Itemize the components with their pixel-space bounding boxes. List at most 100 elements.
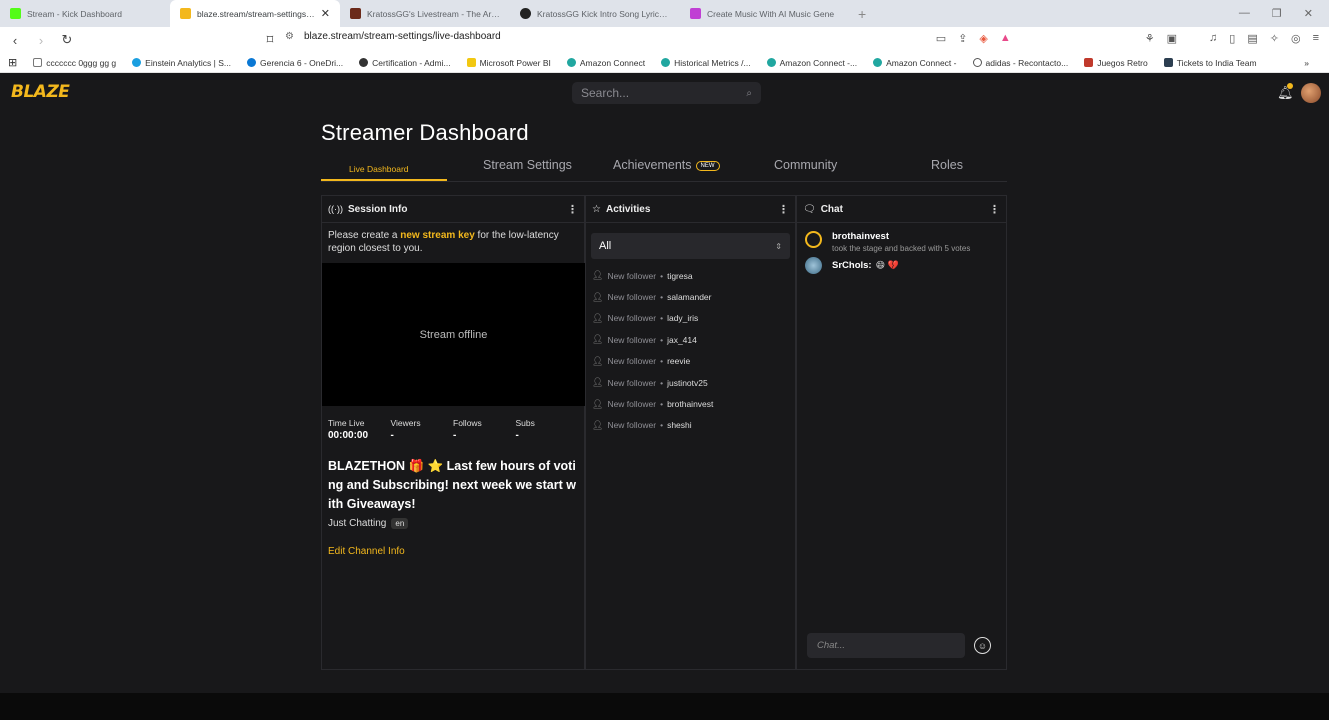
- leo-icon[interactable]: ✧: [1270, 32, 1279, 45]
- panel-title: Activities: [605, 203, 651, 215]
- stream-key-note: Please create a new stream key for the l…: [328, 230, 559, 254]
- vpn-icon[interactable]: ◎: [1291, 32, 1301, 45]
- person-icon: 👤︎: [592, 419, 604, 430]
- tab-roles[interactable]: Roles: [931, 158, 963, 172]
- sidebar-icon[interactable]: ▯: [1229, 32, 1235, 45]
- arena-favicon-icon: [350, 8, 361, 19]
- certification-icon: [359, 58, 369, 67]
- stream-title: BLAZETHON 🎁 ⭐ Last few hours of voting a…: [328, 459, 576, 511]
- cast-icon[interactable]: ▭: [936, 32, 946, 45]
- back-icon[interactable]: ‹: [4, 33, 26, 48]
- more-options-icon[interactable]: ⋮: [778, 203, 789, 216]
- stream-preview[interactable]: Stream offline: [322, 263, 585, 406]
- bookmark-item[interactable]: ccccccc 0ggg gg g: [25, 58, 124, 68]
- extensions-icon[interactable]: ⚘: [1145, 32, 1155, 45]
- tab-live-dashboard[interactable]: Live Dashboard: [343, 158, 415, 179]
- close-tab-icon[interactable]: ✕: [321, 7, 330, 20]
- avatar[interactable]: [805, 257, 822, 274]
- tab-achievements[interactable]: Achievements NEW: [613, 158, 720, 172]
- url-text[interactable]: blaze.stream/stream-settings/live-dashbo…: [304, 31, 501, 42]
- more-options-icon[interactable]: ⋮: [567, 203, 578, 216]
- new-tab-icon[interactable]: +: [850, 6, 874, 22]
- browser-tab[interactable]: KratossGG's Livestream - The Arena: [340, 0, 510, 27]
- menu-icon[interactable]: ≡: [1313, 32, 1319, 45]
- rewards-icon[interactable]: ▲: [1000, 32, 1011, 45]
- bookmark-item[interactable]: Certification - Admi...: [351, 58, 458, 68]
- bookmark-item[interactable]: Microsoft Power BI: [459, 58, 559, 68]
- tab-achievements-label: Achievements: [613, 158, 692, 172]
- bookmarks-bar: ⊞ ccccccc 0ggg gg g Einstein Analytics |…: [0, 53, 1329, 73]
- blaze-logo[interactable]: BLAZE: [11, 82, 70, 104]
- restore-icon[interactable]: ❐: [1272, 7, 1282, 20]
- amazon-connect-icon: [766, 58, 776, 67]
- panel-header: ☆ Activities ⋮: [586, 196, 795, 223]
- browser-tab[interactable]: Stream - Kick Dashboard: [0, 0, 170, 27]
- wallet-icon[interactable]: ▤: [1247, 32, 1257, 45]
- bookmark-item[interactable]: Historical Metrics /...: [653, 58, 759, 68]
- panel-header: ((·)) Session Info ⋮: [322, 196, 584, 223]
- bookmark-icon[interactable]: ⌑: [259, 32, 281, 48]
- person-icon: 👤︎: [592, 312, 604, 323]
- chat-input[interactable]: Chat...: [807, 633, 965, 658]
- share-icon[interactable]: ⇪: [958, 32, 967, 45]
- tab-community[interactable]: Community: [774, 158, 837, 172]
- avatar[interactable]: [1301, 83, 1321, 103]
- minimize-icon[interactable]: —: [1239, 7, 1250, 20]
- more-options-icon[interactable]: ⋮: [989, 203, 1000, 216]
- media-icon[interactable]: ♫: [1209, 32, 1217, 45]
- notification-dot: [1287, 83, 1293, 89]
- browser-toolbar-icons: ▭ ⇪ ◈ ▲ ⚘ ▣ ♫ ▯ ▤ ✧ ◎ ≡: [936, 32, 1319, 45]
- kick-favicon-icon: [10, 8, 21, 19]
- broadcast-icon: ((·)): [328, 204, 343, 214]
- bookmark-item[interactable]: Juegos Retro: [1076, 58, 1156, 68]
- stat-subs: Subs -: [515, 418, 535, 441]
- chat-username[interactable]: SrChols:: [832, 260, 872, 271]
- bookmark-item[interactable]: Amazon Connect: [559, 58, 653, 68]
- window-close-icon[interactable]: ✕: [1304, 7, 1313, 20]
- new-badge: NEW: [695, 160, 720, 171]
- session-info-panel: ((·)) Session Info ⋮ Please create a new…: [321, 195, 585, 670]
- activity-list: 👤︎ New follower • tigresa 👤︎ New follower …: [586, 265, 795, 436]
- search-icon[interactable]: ⌕: [746, 88, 752, 99]
- search-input[interactable]: Search... ⌕: [572, 82, 761, 104]
- lyrics-favicon-icon: [520, 8, 531, 19]
- browser-tab[interactable]: Create Music With AI Music Gene: [680, 0, 850, 27]
- person-icon: 👤︎: [592, 270, 604, 281]
- bookmark-item[interactable]: Amazon Connect -: [865, 58, 964, 68]
- bookmark-item[interactable]: Einstein Analytics | S...: [124, 58, 239, 68]
- stream-offline-label: Stream offline: [419, 328, 488, 341]
- bookmark-item[interactable]: Amazon Connect -...: [759, 58, 865, 68]
- list-item: 👤︎ New follower • justinotv25: [592, 377, 708, 388]
- tab-title: blaze.stream/stream-settings/liv: [197, 8, 315, 19]
- brave-shield-icon[interactable]: ◈: [979, 32, 987, 45]
- select-arrows-icon: ⇕: [775, 241, 782, 251]
- new-stream-key-link[interactable]: new stream key: [400, 230, 475, 241]
- panel-title: Session Info: [348, 203, 408, 215]
- forward-icon[interactable]: ›: [30, 33, 52, 48]
- onedrive-icon: [247, 58, 256, 67]
- url-field[interactable]: ⚙ blaze.stream/stream-settings/live-dash…: [285, 31, 501, 42]
- browser-tab-bar: Stream - Kick Dashboard blaze.stream/str…: [0, 0, 1329, 27]
- chat-username[interactable]: brothainvest: [832, 231, 970, 242]
- retro-games-icon: [1084, 58, 1094, 67]
- bookmark-item[interactable]: Tickets to India Team: [1156, 58, 1265, 68]
- site-info-icon[interactable]: ⚙: [285, 31, 294, 42]
- language-badge: en: [391, 518, 409, 529]
- activity-filter-select[interactable]: All ⇕: [591, 233, 790, 259]
- tab-title: KratossGG's Livestream - The Arena: [367, 8, 500, 19]
- edit-channel-info-link[interactable]: Edit Channel Info: [322, 529, 584, 557]
- apps-icon[interactable]: ⊞: [0, 56, 25, 69]
- browser-tab-active[interactable]: blaze.stream/stream-settings/liv ✕: [170, 0, 340, 27]
- bookmark-item[interactable]: adidas - Recontacto...: [965, 58, 1077, 68]
- bookmark-item[interactable]: Gerencia 6 - OneDri...: [239, 58, 351, 68]
- tab-stream-settings[interactable]: Stream Settings: [483, 158, 572, 172]
- emoji-picker-icon[interactable]: ☺: [974, 637, 991, 654]
- chat-text: 😄 💔: [875, 260, 899, 270]
- browser-tab[interactable]: KratossGG Kick Intro Song Lyrics - G: [510, 0, 680, 27]
- reload-icon[interactable]: ↻: [56, 32, 78, 48]
- stat-time-live: Time Live 00:00:00: [328, 418, 369, 441]
- dashboard-tabs: Live Dashboard Stream Settings Achieveme…: [321, 155, 1007, 182]
- person-icon: 👤︎: [592, 291, 604, 302]
- more-bookmarks-icon[interactable]: »: [1296, 58, 1329, 68]
- tab-search-icon[interactable]: ▣: [1167, 32, 1177, 45]
